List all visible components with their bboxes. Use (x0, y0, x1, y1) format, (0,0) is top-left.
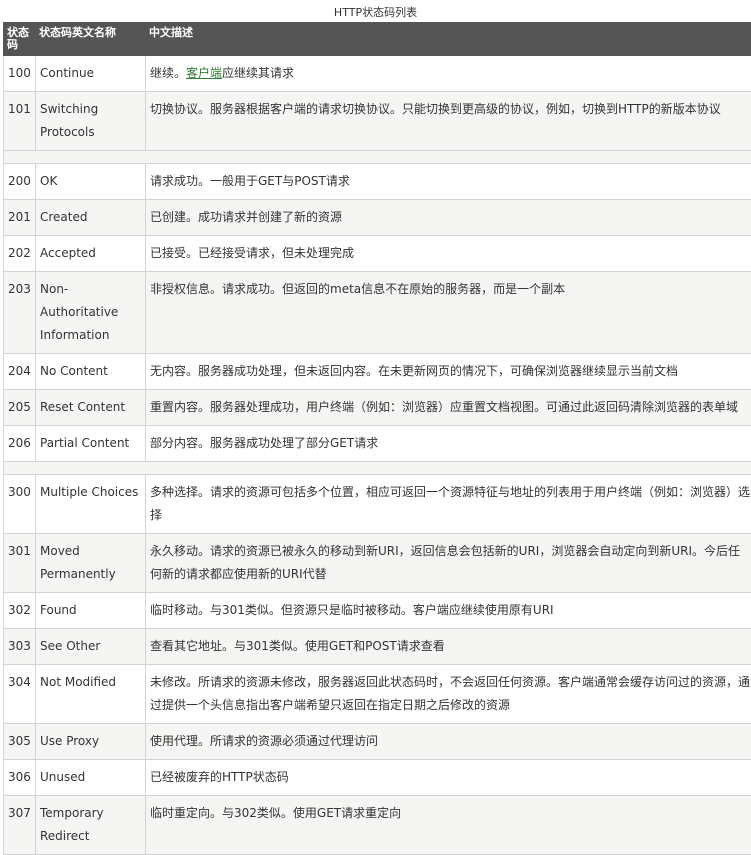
status-description: 重置内容。服务器处理成功，用户终端（例如：浏览器）应重置文档视图。可通过此返回码… (146, 390, 751, 426)
table-body: 100Continue继续。客户端应继续其请求101Switching Prot… (4, 56, 751, 855)
table-row: 306Unused已经被废弃的HTTP状态码 (4, 760, 751, 796)
status-name: Use Proxy (36, 724, 146, 760)
status-code-table: 状态码 状态码英文名称 中文描述 100Continue继续。客户端应继续其请求… (3, 22, 751, 855)
group-spacer-cell (4, 462, 751, 475)
group-spacer-row (4, 462, 751, 475)
status-name: Continue (36, 56, 146, 92)
header-desc: 中文描述 (146, 23, 751, 56)
status-name: Reset Content (36, 390, 146, 426)
status-description: 无内容。服务器成功处理，但未返回内容。在未更新网页的情况下，可确保浏览器继续显示… (146, 354, 751, 390)
desc-text-after: 应继续其请求 (222, 66, 294, 80)
status-description: 部分内容。服务器成功处理了部分GET请求 (146, 426, 751, 462)
status-description: 使用代理。所请求的资源必须通过代理访问 (146, 724, 751, 760)
status-code: 306 (4, 760, 36, 796)
status-code: 303 (4, 629, 36, 665)
status-description: 已创建。成功请求并创建了新的资源 (146, 200, 751, 236)
status-code: 307 (4, 796, 36, 855)
status-code: 204 (4, 354, 36, 390)
table-row: 101Switching Protocols切换协议。服务器根据客户端的请求切换… (4, 92, 751, 151)
status-name: Non-Authoritative Information (36, 272, 146, 354)
status-code: 206 (4, 426, 36, 462)
status-description: 切换协议。服务器根据客户端的请求切换协议。只能切换到更高级的协议，例如，切换到H… (146, 92, 751, 151)
status-name: See Other (36, 629, 146, 665)
table-row: 204No Content无内容。服务器成功处理，但未返回内容。在未更新网页的情… (4, 354, 751, 390)
status-description: 已接受。已经接受请求，但未处理完成 (146, 236, 751, 272)
status-description: 继续。客户端应继续其请求 (146, 56, 751, 92)
status-description: 请求成功。一般用于GET与POST请求 (146, 164, 751, 200)
header-code: 状态码 (4, 23, 36, 56)
status-description: 查看其它地址。与301类似。使用GET和POST请求查看 (146, 629, 751, 665)
table-row: 303See Other查看其它地址。与301类似。使用GET和POST请求查看 (4, 629, 751, 665)
client-link[interactable]: 客户端 (186, 66, 222, 80)
table-row: 307Temporary Redirect临时重定向。与302类似。使用GET请… (4, 796, 751, 855)
group-spacer-row (4, 151, 751, 164)
status-name: Unused (36, 760, 146, 796)
status-code: 302 (4, 593, 36, 629)
status-description: 永久移动。请求的资源已被永久的移动到新URI，返回信息会包括新的URI，浏览器会… (146, 534, 751, 593)
table-row: 100Continue继续。客户端应继续其请求 (4, 56, 751, 92)
status-code: 101 (4, 92, 36, 151)
status-description: 未修改。所请求的资源未修改，服务器返回此状态码时，不会返回任何资源。客户端通常会… (146, 665, 751, 724)
status-code: 301 (4, 534, 36, 593)
status-code: 305 (4, 724, 36, 760)
status-description: 多种选择。请求的资源可包括多个位置，相应可返回一个资源特征与地址的列表用于用户终… (146, 475, 751, 534)
status-description: 临时移动。与301类似。但资源只是临时被移动。客户端应继续使用原有URI (146, 593, 751, 629)
status-description: 非授权信息。请求成功。但返回的meta信息不在原始的服务器，而是一个副本 (146, 272, 751, 354)
group-spacer-cell (4, 151, 751, 164)
status-name: Moved Permanently (36, 534, 146, 593)
table-header: 状态码 状态码英文名称 中文描述 (4, 23, 751, 56)
status-name: Created (36, 200, 146, 236)
table-row: 301Moved Permanently永久移动。请求的资源已被永久的移动到新U… (4, 534, 751, 593)
status-code: 205 (4, 390, 36, 426)
table-row: 202Accepted已接受。已经接受请求，但未处理完成 (4, 236, 751, 272)
status-code: 201 (4, 200, 36, 236)
table-row: 201Created已创建。成功请求并创建了新的资源 (4, 200, 751, 236)
table-row: 206Partial Content部分内容。服务器成功处理了部分GET请求 (4, 426, 751, 462)
status-name: Multiple Choices (36, 475, 146, 534)
status-name: Accepted (36, 236, 146, 272)
table-row: 203Non-Authoritative Information非授权信息。请求… (4, 272, 751, 354)
status-description: 已经被废弃的HTTP状态码 (146, 760, 751, 796)
status-name: Not Modified (36, 665, 146, 724)
status-code: 200 (4, 164, 36, 200)
table-row: 304Not Modified未修改。所请求的资源未修改，服务器返回此状态码时，… (4, 665, 751, 724)
status-description: 临时重定向。与302类似。使用GET请求重定向 (146, 796, 751, 855)
status-code: 203 (4, 272, 36, 354)
table-caption: HTTP状态码列表 (0, 0, 751, 22)
status-code: 304 (4, 665, 36, 724)
status-name: Partial Content (36, 426, 146, 462)
desc-text-before: 继续。 (150, 66, 186, 80)
status-code: 202 (4, 236, 36, 272)
table-row: 302Found临时移动。与301类似。但资源只是临时被移动。客户端应继续使用原… (4, 593, 751, 629)
status-name: OK (36, 164, 146, 200)
table-row: 305Use Proxy使用代理。所请求的资源必须通过代理访问 (4, 724, 751, 760)
table-row: 205Reset Content重置内容。服务器处理成功，用户终端（例如：浏览器… (4, 390, 751, 426)
status-code: 100 (4, 56, 36, 92)
table-row: 300Multiple Choices多种选择。请求的资源可包括多个位置，相应可… (4, 475, 751, 534)
status-name: Switching Protocols (36, 92, 146, 151)
status-name: Found (36, 593, 146, 629)
status-code: 300 (4, 475, 36, 534)
table-row: 200OK请求成功。一般用于GET与POST请求 (4, 164, 751, 200)
status-name: Temporary Redirect (36, 796, 146, 855)
header-name: 状态码英文名称 (36, 23, 146, 56)
status-name: No Content (36, 354, 146, 390)
